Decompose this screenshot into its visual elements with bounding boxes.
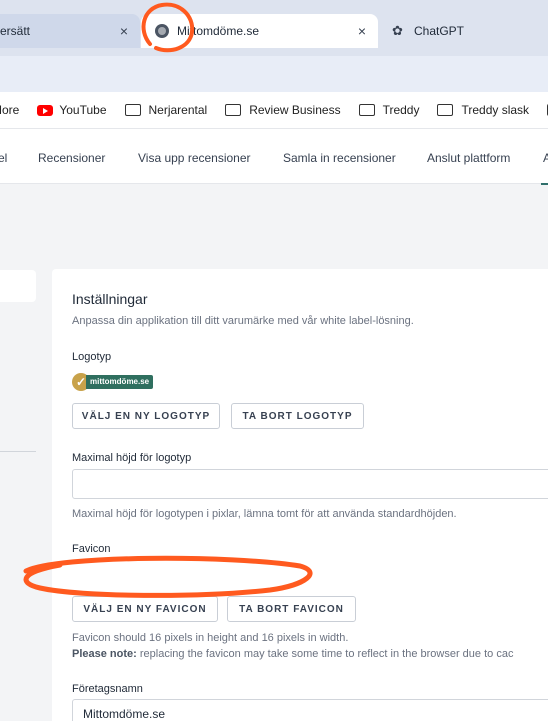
bookmark-folder-nerjarental[interactable]: Nerjarental	[124, 103, 208, 117]
close-icon[interactable]: ×	[120, 23, 128, 39]
bookmark-label: Nerjarental	[148, 103, 208, 117]
bookmark-more[interactable]: More	[0, 103, 19, 117]
tab-label: Mittomdöme.se	[177, 24, 260, 38]
bookmarks-bar: More YouTube Nerjarental Review Business…	[0, 92, 548, 128]
active-tab-indicator	[541, 183, 548, 185]
remove-logo-button[interactable]: TA BORT LOGOTYP	[231, 403, 364, 429]
favicon-note-bold: Please note:	[72, 648, 137, 660]
tab-label: ersätt	[0, 24, 31, 38]
side-menu-item[interactable]	[0, 270, 36, 302]
folder-icon	[437, 104, 454, 116]
remove-favicon-button[interactable]: TA BORT FAVICON	[227, 596, 356, 622]
max-height-input[interactable]	[72, 469, 548, 499]
browser-tab-strip: ersätt × Mittomdöme.se × ✿ ChatGPT	[0, 0, 548, 56]
bookmark-label: YouTube	[59, 103, 107, 117]
address-bar-area[interactable]	[0, 56, 548, 92]
max-height-label: Maximal höjd för logotyp	[72, 452, 192, 464]
side-menu-divider	[0, 451, 36, 452]
bookmark-label: Treddy slask	[461, 103, 530, 117]
company-name-input[interactable]: Mittomdöme.se	[72, 699, 548, 721]
tab-chatgpt[interactable]: ✿ ChatGPT	[386, 14, 548, 48]
max-height-help: Maximal höjd för logotypen i pixlar, läm…	[72, 508, 457, 520]
nav-item-samla-in-recensioner[interactable]: Samla in recensioner	[283, 151, 396, 165]
globe-icon	[155, 24, 169, 38]
site-navigation: el Recensioner Visa upp recensioner Saml…	[0, 128, 548, 185]
nav-item-partial[interactable]: el	[0, 151, 7, 165]
settings-title: Inställningar	[72, 291, 148, 307]
folder-icon	[225, 104, 242, 116]
tab-label: ChatGPT	[414, 24, 465, 38]
settings-card: Inställningar Anpassa din applikation ti…	[52, 269, 548, 721]
choose-favicon-button[interactable]: VÄLJ EN NY FAVICON	[72, 596, 218, 622]
bookmark-label: More	[0, 103, 20, 117]
close-icon[interactable]: ×	[358, 23, 366, 39]
choose-logo-button[interactable]: VÄLJ EN NY LOGOTYP	[72, 403, 220, 429]
nav-item-active-partial[interactable]: A	[543, 151, 548, 165]
logo-label: Logotyp	[72, 351, 112, 363]
nav-item-recensioner[interactable]: Recensioner	[38, 151, 105, 165]
nav-item-anslut-plattform[interactable]: Anslut plattform	[427, 151, 510, 165]
favicon-note-text: replacing the favicon may take some time…	[136, 648, 514, 660]
nav-item-visa-upp-recensioner[interactable]: Visa upp recensioner	[138, 151, 251, 165]
logo-preview: ✓ mittomdöme.se	[72, 373, 154, 391]
bookmark-folder-treddy[interactable]: Treddy	[358, 103, 420, 117]
favicon-size-help: Favicon should 16 pixels in height and 1…	[72, 632, 349, 644]
favicon-note: Please note: replacing the favicon may t…	[72, 648, 513, 660]
company-name-label: Företagsnamn	[72, 683, 143, 695]
bookmark-label: Treddy	[382, 103, 420, 117]
tab-active[interactable]: Mittomdöme.se ×	[141, 14, 378, 48]
bookmark-folder-review-business[interactable]: Review Business	[225, 103, 341, 117]
folder-icon	[124, 104, 141, 116]
tab-previous[interactable]: ersätt ×	[0, 14, 140, 48]
favicon-label: Favicon	[72, 543, 111, 555]
bookmark-youtube[interactable]: YouTube	[37, 103, 107, 117]
settings-subtitle: Anpassa din applikation till ditt varumä…	[72, 315, 414, 327]
bookmark-label: Review Business	[249, 103, 341, 117]
chatgpt-icon: ✿	[392, 23, 403, 38]
youtube-icon	[37, 104, 54, 116]
logo-text: mittomdöme.se	[86, 375, 154, 389]
folder-icon	[358, 104, 375, 116]
bookmark-folder-treddy-slask[interactable]: Treddy slask	[437, 103, 529, 117]
